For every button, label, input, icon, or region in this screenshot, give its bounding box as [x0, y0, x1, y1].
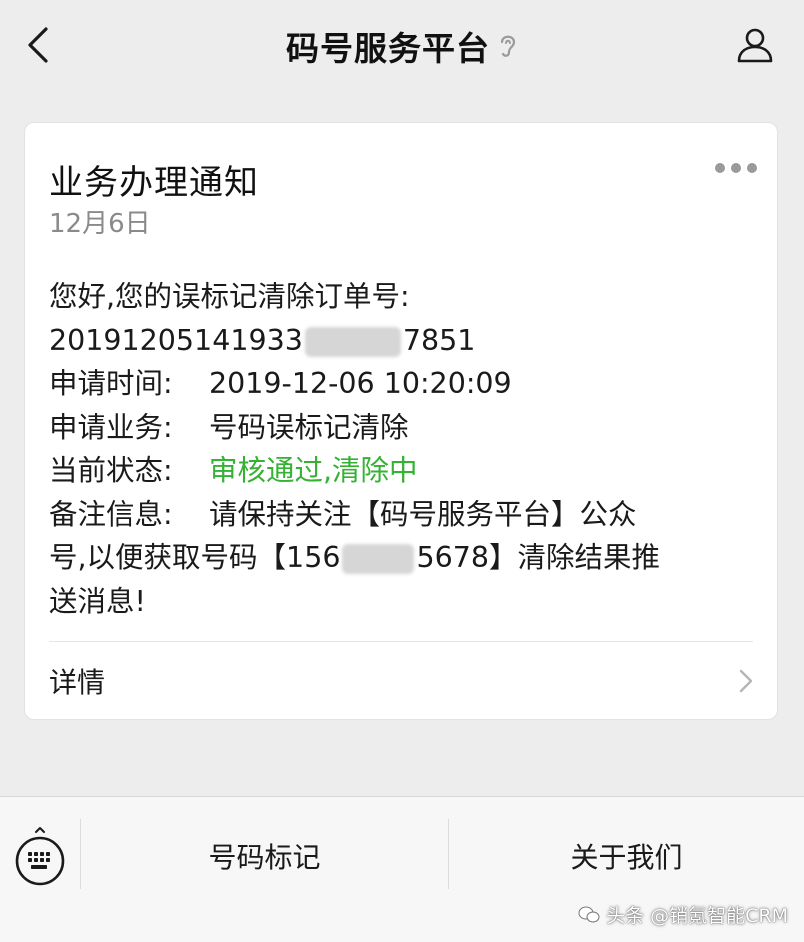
watermark-text: 头条 @销氪智能CRM — [606, 905, 788, 927]
notification-card: 业务办理通知 12月6日 您好,您的误标记清除订单号: 201912051419… — [24, 122, 778, 720]
order-number: 20191205141933 7851 — [49, 319, 759, 363]
card-title: 业务办理通知 — [49, 163, 259, 203]
more-dot-icon — [731, 163, 741, 173]
top-nav-bar: 码号服务平台 — [0, 0, 804, 92]
status-value: 审核通过,清除中 — [209, 454, 418, 487]
remark-row: 备注信息: 请保持关注【码号服务平台】公众 — [49, 493, 759, 537]
redacted-blur — [304, 326, 401, 357]
field-label: 备注信息: — [49, 497, 173, 531]
field-label: 申请业务: — [49, 410, 173, 444]
menu-item-about-us[interactable]: 关于我们 — [449, 797, 804, 915]
divider — [49, 641, 753, 642]
detail-link[interactable]: 详情 — [25, 643, 777, 719]
menu-item-label: 关于我们 — [570, 841, 683, 874]
ear-icon — [498, 32, 518, 60]
person-icon — [737, 28, 773, 63]
order-number-suffix: 7851 — [402, 323, 476, 357]
remark-line-2: 号,以便获取号码【156 5678】清除结果推 — [49, 536, 759, 580]
field-label: 申请时间: — [49, 367, 173, 400]
field-value: 号码误标记清除 — [209, 410, 409, 444]
card-body: 您好,您的误标记清除订单号: 20191205141933 7851 申请时间: 2… — [49, 275, 759, 623]
menu-item-number-mark[interactable]: 号码标记 — [81, 797, 448, 915]
wechat-icon — [578, 906, 600, 922]
field-row-apply-service: 申请业务: 号码误标记清除 — [49, 406, 759, 450]
watermark: 头条 @销氪智能CRM — [578, 901, 788, 928]
card-date: 12月6日 — [49, 209, 151, 239]
remark-text-line2-prefix: 号,以便获取号码【156 — [49, 541, 341, 574]
field-row-apply-time: 申请时间: 2019-12-06 10:20:09 — [49, 362, 759, 406]
field-value: 2019-12-06 10:20:09 — [209, 367, 512, 400]
page-title: 码号服务平台 — [286, 29, 490, 68]
menu-item-label: 号码标记 — [208, 841, 321, 874]
more-dot-icon — [747, 163, 757, 173]
profile-button[interactable] — [732, 22, 778, 68]
bottom-menu-bar: 号码标记 关于我们 头条 @销氪智能CRM — [0, 796, 804, 942]
more-options-button[interactable] — [715, 163, 757, 173]
detail-label: 详情 — [49, 666, 106, 699]
chevron-right-icon — [739, 669, 753, 693]
order-number-prefix: 20191205141933 — [49, 323, 303, 357]
redacted-blur — [342, 544, 415, 574]
remark-text-line2-suffix: 5678】清除结果推 — [416, 541, 660, 574]
remark-line-3: 送消息! — [49, 584, 146, 618]
title-area: 码号服务平台 — [0, 24, 804, 68]
keyboard-toggle-button[interactable] — [0, 797, 80, 915]
more-dot-icon — [715, 163, 725, 173]
greeting-text: 您好,您的误标记清除订单号: — [49, 280, 410, 313]
field-row-status: 当前状态: 审核通过,清除中 — [49, 449, 759, 493]
field-label: 当前状态: — [49, 454, 173, 487]
remark-text-line1: 请保持关注【码号服务平台】公众 — [209, 497, 637, 531]
keyboard-icon — [15, 827, 65, 886]
